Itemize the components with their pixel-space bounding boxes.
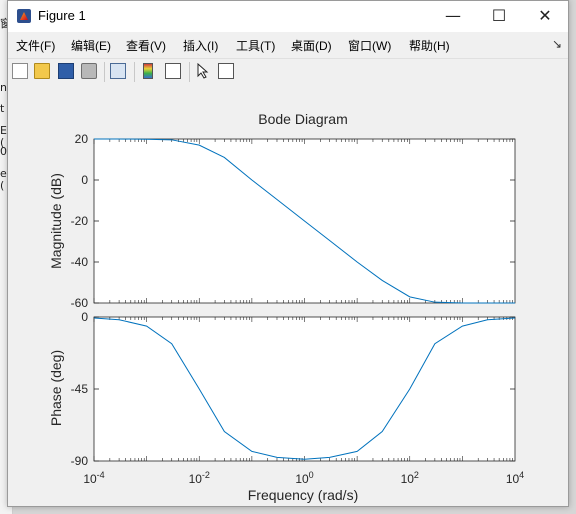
close-button[interactable]: ✕ — [522, 1, 568, 32]
link-plot-icon[interactable] — [110, 63, 126, 79]
menu-desktop[interactable]: 桌面(D) — [291, 37, 332, 54]
x-tick-label: 10-2 — [189, 470, 210, 486]
phase-y-tick-label: -45 — [71, 382, 89, 396]
toolbar-separator — [134, 62, 135, 82]
dock-arrow-icon[interactable]: ↘ — [552, 37, 562, 51]
x-tick-label: 104 — [506, 470, 524, 486]
insert-colorbar-icon[interactable] — [143, 63, 153, 79]
magnitude-y-tick-label: 20 — [75, 132, 89, 146]
background-glyph: 0 — [0, 145, 7, 158]
x-tick-label: 102 — [401, 470, 419, 486]
bode-plot: Bode Diagram Frequency (rad/s) Magnitude… — [48, 111, 524, 503]
phase-axes[interactable]: 0 -45 -90 — [71, 310, 516, 468]
magnitude-axes[interactable]: 20 0 -20 -40 -60 — [71, 132, 516, 310]
magnitude-y-label: Magnitude (dB) — [48, 173, 64, 269]
magnitude-y-tick-label: -40 — [71, 255, 89, 269]
matlab-icon — [17, 9, 31, 23]
open-file-icon[interactable] — [34, 63, 50, 79]
minimize-button[interactable]: — — [430, 1, 476, 32]
phase-y-tick-label: -90 — [71, 454, 89, 468]
x-axis-label: Frequency (rad/s) — [248, 487, 358, 503]
menu-edit[interactable]: 编辑(E) — [71, 37, 111, 54]
menu-view[interactable]: 查看(V) — [126, 37, 166, 54]
menu-bar: 文件(F) 编辑(E) 查看(V) 插入(I) 工具(T) 桌面(D) 窗口(W… — [8, 32, 568, 57]
x-tick-labels: 10-4 10-2 100 102 104 — [83, 470, 524, 486]
magnitude-y-tick-label: -20 — [71, 214, 89, 228]
print-icon[interactable] — [81, 63, 97, 79]
background-glyph: t — [0, 102, 5, 115]
phase-y-label: Phase (deg) — [48, 350, 64, 426]
menu-help[interactable]: 帮助(H) — [409, 37, 450, 54]
insert-legend-icon[interactable] — [165, 63, 181, 79]
figure-window: Figure 1 — ☐ ✕ 文件(F) 编辑(E) 查看(V) 插入(I) 工… — [7, 0, 569, 507]
title-bar[interactable]: Figure 1 — ☐ ✕ — [8, 1, 568, 32]
menu-tools[interactable]: 工具(T) — [236, 37, 275, 54]
menu-file[interactable]: 文件(F) — [16, 37, 55, 54]
x-tick-label: 100 — [295, 470, 313, 486]
new-figure-icon[interactable] — [12, 63, 28, 79]
toolbar-separator — [104, 62, 105, 82]
maximize-button[interactable]: ☐ — [476, 1, 522, 32]
save-icon[interactable] — [58, 63, 74, 79]
menu-window[interactable]: 窗口(W) — [348, 37, 391, 54]
window-title: Figure 1 — [38, 8, 86, 23]
x-tick-label: 10-4 — [83, 470, 104, 486]
magnitude-y-tick-label: -60 — [71, 296, 89, 310]
chart-title: Bode Diagram — [258, 111, 348, 127]
phase-plot-area — [93, 316, 516, 462]
magnitude-y-tick-label: 0 — [81, 173, 88, 187]
property-inspector-icon[interactable] — [218, 63, 234, 79]
figure-canvas: Bode Diagram Frequency (rad/s) Magnitude… — [8, 85, 568, 506]
background-glyph: n — [0, 81, 7, 94]
figure-toolbar — [8, 58, 568, 86]
pointer-icon[interactable] — [197, 62, 209, 79]
phase-y-tick-label: 0 — [81, 310, 88, 324]
menu-insert[interactable]: 插入(I) — [183, 37, 218, 54]
toolbar-separator — [189, 62, 190, 82]
